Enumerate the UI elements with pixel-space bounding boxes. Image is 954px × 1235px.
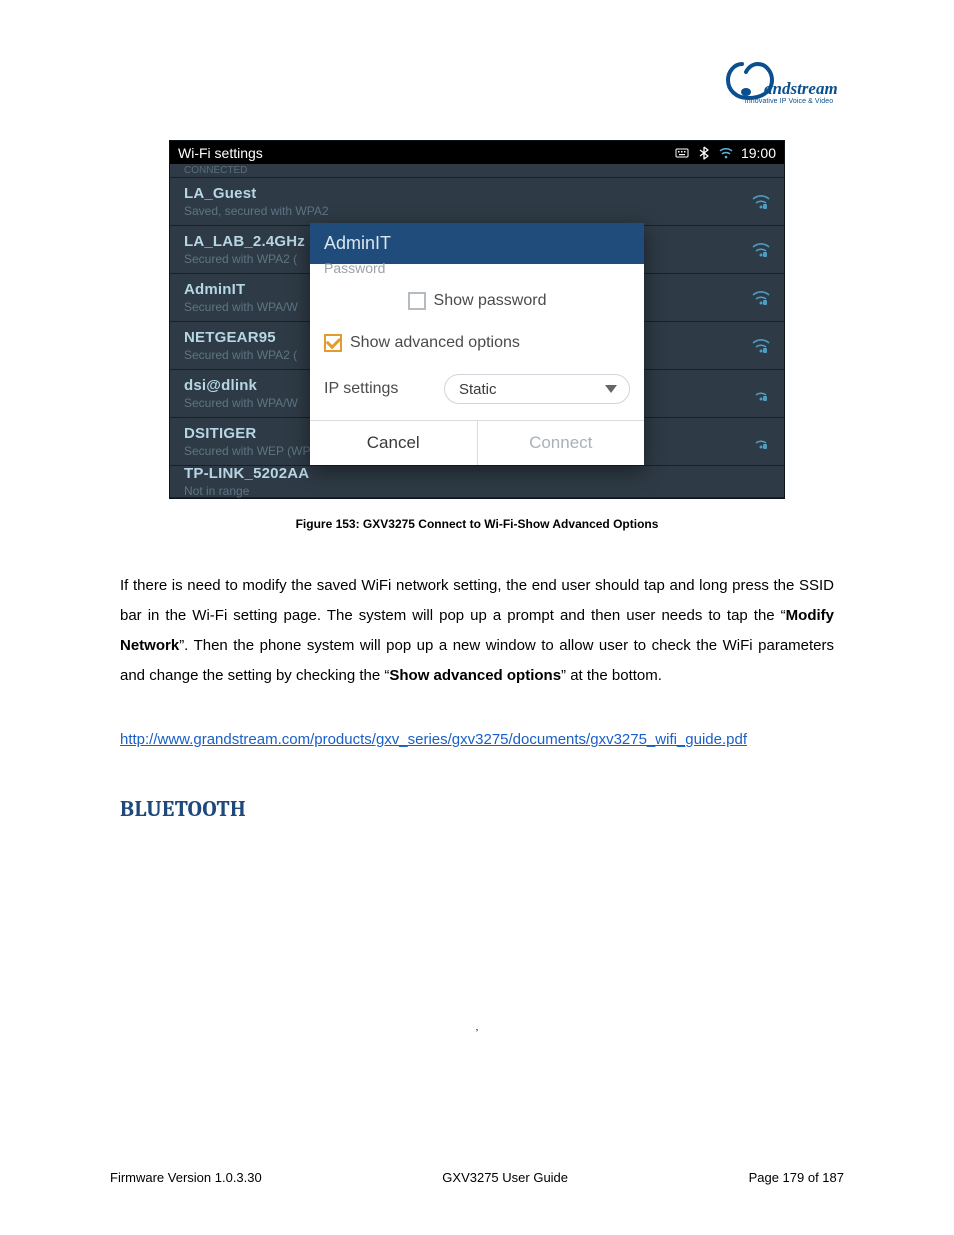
show-password-label: Show password bbox=[434, 292, 547, 310]
clock: 19:00 bbox=[741, 145, 776, 161]
wifi-row[interactable]: LA_Guest Saved, secured with WPA2 bbox=[170, 178, 784, 226]
keyboard-icon bbox=[675, 146, 689, 160]
svg-text:andstream: andstream bbox=[764, 79, 838, 98]
footer-firmware: Firmware Version 1.0.3.30 bbox=[110, 1170, 262, 1185]
ssid-sub: Not in range bbox=[184, 484, 772, 498]
cancel-button[interactable]: Cancel bbox=[310, 421, 477, 465]
connect-dialog: AdminIT Password Show password Show adva… bbox=[310, 223, 644, 465]
figure-caption: Figure 153: GXV3275 Connect to Wi-Fi-Sho… bbox=[110, 517, 844, 531]
ssid-label: LA_Guest bbox=[184, 185, 750, 202]
stray-comma: , bbox=[110, 1022, 844, 1033]
wifi-signal-icon bbox=[750, 336, 772, 356]
screen-title: Wi-Fi settings bbox=[178, 145, 263, 161]
wifi-status-icon bbox=[719, 146, 733, 160]
ssid-label: TP-LINK_5202AA bbox=[184, 465, 772, 482]
footer-title: GXV3275 User Guide bbox=[442, 1170, 568, 1185]
dialog-title: AdminIT bbox=[310, 223, 644, 264]
ssid-sub: Saved, secured with WPA2 bbox=[184, 204, 750, 218]
page-footer: Firmware Version 1.0.3.30 GXV3275 User G… bbox=[110, 1170, 844, 1185]
wifi-signal-icon bbox=[750, 384, 772, 404]
wifi-signal-icon bbox=[750, 432, 772, 452]
connect-button[interactable]: Connect bbox=[477, 421, 645, 465]
password-label: Password bbox=[324, 260, 630, 276]
paragraph-modify-network: If there is need to modify the saved WiF… bbox=[120, 571, 834, 691]
show-advanced-checkbox[interactable] bbox=[324, 334, 342, 352]
ip-settings-label: IP settings bbox=[324, 380, 434, 398]
list-header-cut: CONNECTED bbox=[170, 164, 784, 178]
wifi-guide-link[interactable]: http://www.grandstream.com/products/gxv_… bbox=[120, 731, 834, 748]
wifi-settings-screenshot: Wi-Fi settings 19:00 CONNECTED LA_Guest S… bbox=[169, 140, 785, 499]
bluetooth-icon bbox=[697, 146, 711, 160]
dropdown-caret-icon bbox=[605, 385, 617, 393]
show-advanced-label: Show advanced options bbox=[350, 334, 520, 352]
ip-settings-value: Static bbox=[459, 381, 497, 398]
footer-page: Page 179 of 187 bbox=[749, 1170, 844, 1185]
ip-settings-select[interactable]: Static bbox=[444, 374, 630, 404]
brand-logo: andstream Innovative IP Voice & Video bbox=[724, 58, 854, 113]
wifi-signal-icon bbox=[750, 288, 772, 308]
wifi-signal-icon bbox=[750, 192, 772, 212]
status-bar: Wi-Fi settings 19:00 bbox=[170, 141, 784, 164]
wifi-row[interactable]: TP-LINK_5202AA Not in range bbox=[170, 466, 784, 498]
section-heading-bluetooth: BLUETOOTH bbox=[120, 796, 834, 822]
wifi-signal-icon bbox=[750, 240, 772, 260]
wifi-network-list: CONNECTED LA_Guest Saved, secured with WP… bbox=[170, 164, 784, 498]
show-password-checkbox[interactable] bbox=[408, 292, 426, 310]
